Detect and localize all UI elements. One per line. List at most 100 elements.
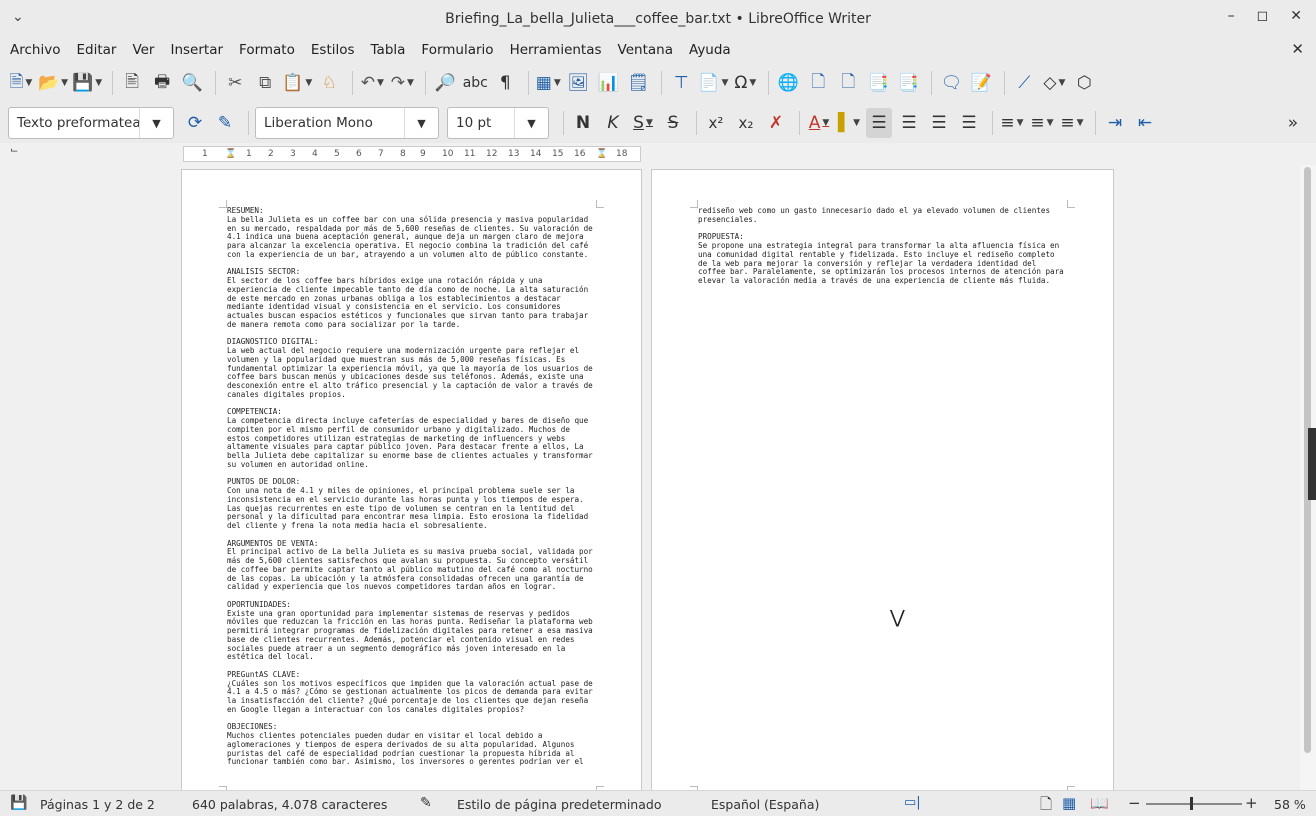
- new-style-icon[interactable]: ✎: [212, 108, 238, 138]
- language[interactable]: Español (España): [711, 797, 819, 812]
- underline-icon[interactable]: S ▼: [630, 108, 656, 138]
- more-options-icon[interactable]: »: [1280, 108, 1306, 138]
- italic-icon[interactable]: K: [600, 108, 626, 138]
- bookmark-icon[interactable]: 📑: [865, 68, 891, 98]
- font-color-icon[interactable]: A ▼: [806, 108, 832, 138]
- print-preview-icon[interactable]: 🔍: [179, 68, 205, 98]
- menu-formato[interactable]: Formato: [239, 42, 295, 58]
- align-left-icon[interactable]: ☰: [866, 108, 892, 138]
- paragraph-style-combo[interactable]: Texto preformatea ▼: [8, 107, 174, 139]
- find-replace-icon[interactable]: 🔎: [432, 68, 458, 98]
- superscript-icon[interactable]: x²: [703, 108, 729, 138]
- menu-ventana[interactable]: Ventana: [618, 42, 673, 58]
- outline-list-icon[interactable]: ≡ ▼: [1059, 108, 1085, 138]
- page-2[interactable]: rediseño web como un gasto innecesario d…: [651, 169, 1114, 790]
- zoom-level[interactable]: 58 %: [1274, 797, 1306, 812]
- subscript-icon[interactable]: x₂: [733, 108, 759, 138]
- cut-icon[interactable]: ✂: [222, 68, 248, 98]
- paste-icon[interactable]: 📋 ▼: [282, 68, 312, 98]
- new-document-icon[interactable]: 🗎 ▼: [8, 68, 34, 98]
- chevron-down-icon[interactable]: ▼: [514, 108, 548, 138]
- chevron-down-icon[interactable]: ▼: [139, 108, 173, 138]
- menu-herramientas[interactable]: Herramientas: [510, 42, 602, 58]
- page-1[interactable]: RESUMEN: La bella Julieta es un coffee b…: [181, 169, 642, 790]
- align-right-icon[interactable]: ☰: [926, 108, 952, 138]
- justify-icon[interactable]: ☰: [956, 108, 982, 138]
- zoom-out-icon[interactable]: −: [1128, 794, 1141, 812]
- insert-textbox-icon[interactable]: 🗒: [625, 68, 651, 98]
- special-character-icon[interactable]: Ω ▼: [732, 68, 758, 98]
- bullet-list-icon[interactable]: ≡ ▼: [999, 108, 1025, 138]
- zoom-slider[interactable]: [1146, 803, 1242, 805]
- hyperlink-icon[interactable]: 🌐: [775, 68, 801, 98]
- page-style[interactable]: Estilo de página predeterminado: [457, 797, 661, 812]
- cross-reference-icon[interactable]: 📑: [895, 68, 921, 98]
- chevron-down-icon[interactable]: ⌄: [12, 9, 24, 25]
- page-count[interactable]: Páginas 1 y 2 de 2: [40, 797, 155, 812]
- chevron-down-icon[interactable]: ▼: [404, 108, 438, 138]
- numbered-list-icon[interactable]: ≡ ▼: [1029, 108, 1055, 138]
- basic-shapes-icon[interactable]: ◇ ▼: [1041, 68, 1067, 98]
- align-center-icon[interactable]: ☰: [896, 108, 922, 138]
- redo-icon[interactable]: ↷ ▼: [389, 68, 415, 98]
- decrease-indent-icon[interactable]: ⇤: [1132, 108, 1158, 138]
- page-2-text[interactable]: rediseño web como un gasto innecesario d…: [698, 206, 1073, 286]
- indent-marker-icon[interactable]: ⌛: [225, 149, 236, 159]
- footnote-icon[interactable]: 🗋: [805, 68, 831, 98]
- endnote-icon[interactable]: 🗋: [835, 68, 861, 98]
- export-pdf-icon[interactable]: 🖹: [119, 68, 145, 98]
- menu-ayuda[interactable]: Ayuda: [689, 42, 731, 58]
- insert-line-icon[interactable]: ⟋: [1011, 68, 1037, 98]
- menu-estilos[interactable]: Estilos: [311, 42, 355, 58]
- menu-formulario[interactable]: Formulario: [421, 42, 493, 58]
- document-area[interactable]: RESUMEN: La bella Julieta es un coffee b…: [0, 165, 1316, 790]
- bold-icon[interactable]: N: [570, 108, 596, 138]
- zoom-in-icon[interactable]: +: [1245, 794, 1258, 812]
- print-icon[interactable]: 🖶: [149, 68, 175, 98]
- update-style-icon[interactable]: ⟳: [182, 108, 208, 138]
- selection-mode-icon[interactable]: ▭|: [904, 795, 921, 810]
- page-1-text[interactable]: RESUMEN: La bella Julieta es un coffee b…: [227, 206, 602, 767]
- track-changes-icon[interactable]: 📝: [968, 68, 994, 98]
- clear-formatting-icon[interactable]: ✗: [763, 108, 789, 138]
- copy-icon[interactable]: ⧉: [252, 68, 278, 98]
- close-document-icon[interactable]: ✕: [1291, 40, 1304, 58]
- font-name-combo[interactable]: Liberation Mono ▼: [255, 107, 439, 139]
- insert-chart-icon[interactable]: 📊: [595, 68, 621, 98]
- page-break-icon[interactable]: ⊤: [668, 68, 694, 98]
- menu-insertar[interactable]: Insertar: [170, 42, 223, 58]
- single-page-view-icon[interactable]: 🗋: [1040, 794, 1052, 816]
- undo-icon[interactable]: ↶ ▼: [359, 68, 385, 98]
- horizontal-ruler[interactable]: 1 ⌛ 1 2 3 4 5 6 7 8 9 10 11 12 13 14 15 …: [183, 146, 641, 162]
- save-icon[interactable]: 💾 ▼: [72, 68, 102, 98]
- formatting-marks-icon[interactable]: ¶: [492, 68, 518, 98]
- sidebar-handle[interactable]: [1308, 428, 1316, 500]
- minimize-icon[interactable]: –: [1228, 8, 1235, 24]
- strikethrough-icon[interactable]: S: [660, 108, 686, 138]
- maximize-icon[interactable]: ◻: [1257, 8, 1269, 24]
- insert-field-icon[interactable]: 📄 ▼: [698, 68, 728, 98]
- font-size-combo[interactable]: 10 pt ▼: [447, 107, 549, 139]
- highlight-color-icon[interactable]: ▌ ▼: [836, 108, 862, 138]
- draw-functions-icon[interactable]: ⬡: [1071, 68, 1097, 98]
- book-view-icon[interactable]: 📖: [1090, 794, 1109, 812]
- increase-indent-icon[interactable]: ⇥: [1102, 108, 1128, 138]
- tab-stop-icon[interactable]: ⌙: [10, 145, 18, 156]
- indent-marker-icon[interactable]: ⌛: [596, 149, 607, 159]
- insert-image-icon[interactable]: 🖼: [565, 68, 591, 98]
- digital-signature-icon[interactable]: ✎: [420, 795, 432, 811]
- multi-page-view-icon[interactable]: ▦: [1062, 794, 1076, 812]
- insert-table-icon[interactable]: ▦ ▼: [535, 68, 561, 98]
- word-count[interactable]: 640 palabras, 4.078 caracteres: [192, 797, 387, 812]
- comment-icon[interactable]: 🗨: [938, 68, 964, 98]
- menu-ver[interactable]: Ver: [132, 42, 154, 58]
- document-modified-icon[interactable]: 💾: [10, 795, 27, 811]
- menu-editar[interactable]: Editar: [76, 42, 116, 58]
- open-folder-icon[interactable]: 📂 ▼: [38, 68, 68, 98]
- spelling-icon[interactable]: abc: [462, 68, 488, 98]
- zoom-slider-handle[interactable]: [1190, 797, 1193, 810]
- clone-formatting-icon[interactable]: ♘: [316, 68, 342, 98]
- close-icon[interactable]: ✕: [1290, 8, 1302, 24]
- menu-tabla[interactable]: Tabla: [371, 42, 406, 58]
- menu-archivo[interactable]: Archivo: [10, 42, 60, 58]
